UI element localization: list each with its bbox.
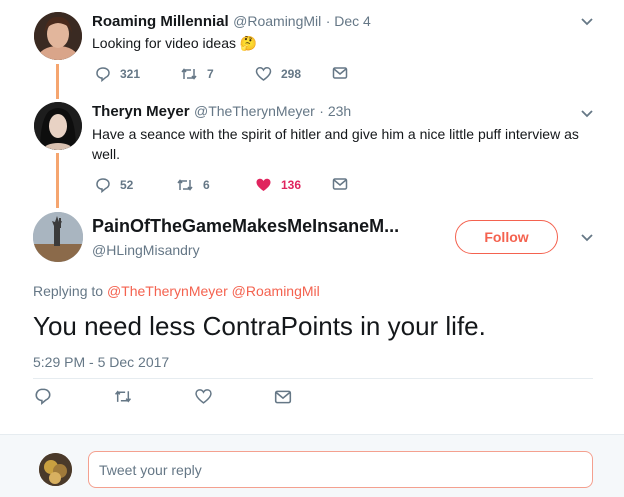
main-more-chevron-icon[interactable] (578, 228, 596, 251)
tweet1-retweet-button[interactable]: 7 (180, 66, 214, 82)
tweet2-like-count: 136 (281, 178, 302, 192)
tweet1-reply-button[interactable]: 321 (95, 66, 140, 82)
envelope-icon (332, 178, 348, 190)
main-retweet-button[interactable] (113, 388, 133, 410)
reply-to-link-theryn[interactable]: @TheTherynMeyer (107, 283, 228, 299)
tweet1-dm-button[interactable] (332, 66, 357, 80)
current-user-avatar[interactable] (39, 453, 72, 486)
main-like-button[interactable] (194, 388, 213, 410)
tweet2-dm-button[interactable] (332, 177, 357, 191)
tweet2-author-handle[interactable]: @TheTherynMeyer (194, 103, 315, 119)
reply-to-link-roamingmil[interactable]: @RoamingMil (232, 283, 320, 299)
avatar-hlingmisandry[interactable] (33, 212, 83, 262)
envelope-icon (274, 390, 292, 404)
main-reply-button[interactable] (34, 387, 52, 410)
tweet1-author-handle[interactable]: @RoamingMil (233, 13, 321, 29)
tweet1-retweet-count: 7 (207, 67, 214, 81)
main-tweet-timestamp[interactable]: 5:29 PM - 5 Dec 2017 (33, 354, 169, 370)
main-author-handle[interactable]: @HLingMisandry (92, 242, 200, 258)
tweet2-reply-count: 52 (120, 178, 134, 192)
tweet1-like-button[interactable]: 298 (255, 66, 301, 82)
reply-input[interactable]: Tweet your reply (88, 451, 593, 488)
tweet2-like-button[interactable]: 136 (255, 177, 301, 193)
heart-icon (255, 67, 272, 81)
tweet2-text-line1: Have a seance with the spirit of hitler … (92, 126, 579, 142)
divider (0, 434, 624, 435)
main-author-name[interactable]: PainOfTheGameMakesMeInsaneM... (92, 216, 399, 237)
tweet2-retweet-button[interactable]: 6 (176, 177, 210, 193)
avatar-theryn-meyer[interactable] (34, 102, 82, 150)
tweet2-retweet-count: 6 (203, 178, 210, 192)
tweet1-author-name[interactable]: Roaming Millennial (92, 13, 229, 30)
replying-prefix: Replying to (33, 283, 104, 299)
tweet2-timestamp[interactable]: · 23h (319, 103, 351, 119)
heart-icon (195, 389, 212, 404)
reply-icon (96, 67, 110, 82)
tweet1-like-count: 298 (281, 67, 302, 81)
tweet2-reply-button[interactable]: 52 (95, 177, 133, 193)
replying-to: Replying to @TheTherynMeyer @RoamingMil (33, 283, 320, 299)
retweet-icon (177, 179, 193, 191)
envelope-icon (332, 67, 348, 79)
tweet1-more-chevron-icon[interactable] (578, 12, 596, 35)
avatar-roaming-millennial[interactable] (34, 12, 82, 60)
retweet-icon (114, 390, 132, 403)
divider (33, 378, 593, 379)
reply-icon (96, 178, 110, 193)
thread-connector (56, 153, 59, 208)
tweet1-text: Looking for video ideas (92, 35, 236, 51)
reply-placeholder: Tweet your reply (99, 461, 202, 478)
thinking-face-emoji: 🤔 (239, 35, 258, 51)
tweet2-text-line2: well. (92, 146, 121, 162)
thread-connector (56, 64, 59, 99)
tweet1-reply-count: 321 (120, 67, 141, 81)
tweet2-author-name[interactable]: Theryn Meyer (92, 103, 190, 120)
follow-button[interactable]: Follow (455, 220, 558, 254)
retweet-icon (181, 68, 197, 80)
main-tweet-text: You need less ContraPoints in your life. (33, 311, 486, 341)
heart-filled-icon (256, 178, 271, 191)
reply-icon (35, 388, 51, 405)
main-dm-button[interactable] (274, 389, 292, 410)
tweet1-timestamp[interactable]: · Dec 4 (326, 13, 371, 29)
